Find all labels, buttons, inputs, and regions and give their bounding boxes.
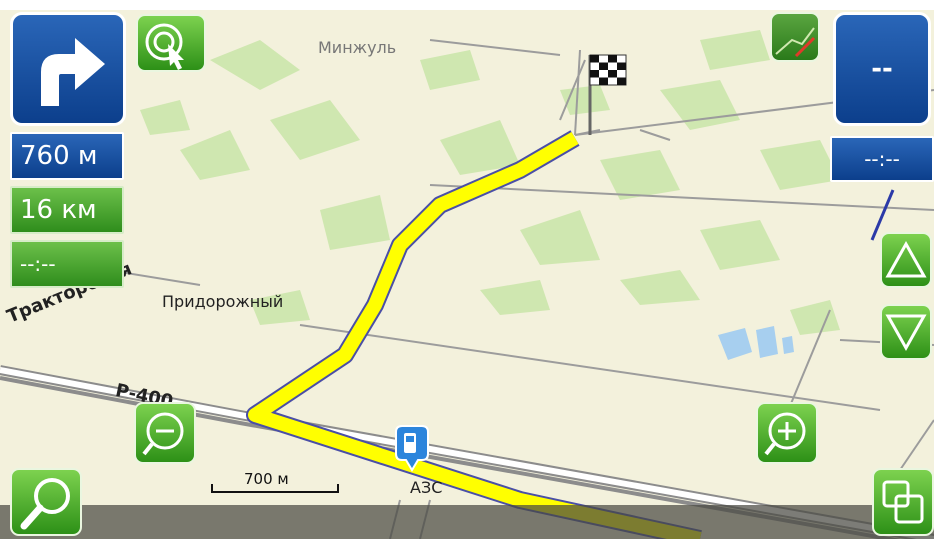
search-button[interactable] — [10, 468, 82, 536]
remaining-distance: 16 км — [10, 186, 124, 234]
menu-button[interactable] — [872, 468, 934, 536]
triangle-down-icon — [885, 314, 927, 352]
zoom-in-button[interactable] — [756, 402, 818, 464]
navigation-screen: Минжуль Придорожный Тракторовая Р-400 АЗ… — [0, 0, 934, 539]
target-cursor-icon — [145, 23, 184, 70]
magnifier-icon — [20, 478, 70, 530]
scale-bar: 700 м — [210, 470, 340, 494]
plus-circle-icon — [764, 412, 806, 456]
zoom-out-button[interactable] — [134, 402, 196, 464]
triangle-up-icon — [885, 240, 927, 278]
minus-circle-icon — [142, 412, 184, 456]
right-time: --:-- — [830, 136, 934, 182]
route-map-button[interactable] — [770, 12, 820, 62]
speed-panel: -- — [833, 12, 931, 126]
distance-to-turn: 760 м — [10, 132, 124, 180]
tilt-down-button[interactable] — [880, 304, 932, 360]
route-map-icon — [775, 27, 816, 58]
tilt-up-button[interactable] — [880, 232, 932, 288]
arrival-time: --:-- — [10, 240, 124, 288]
locate-button[interactable] — [136, 14, 206, 72]
maneuver-tile[interactable] — [10, 12, 126, 126]
windows-icon — [882, 480, 924, 524]
turn-right-arrow-icon — [41, 38, 105, 106]
